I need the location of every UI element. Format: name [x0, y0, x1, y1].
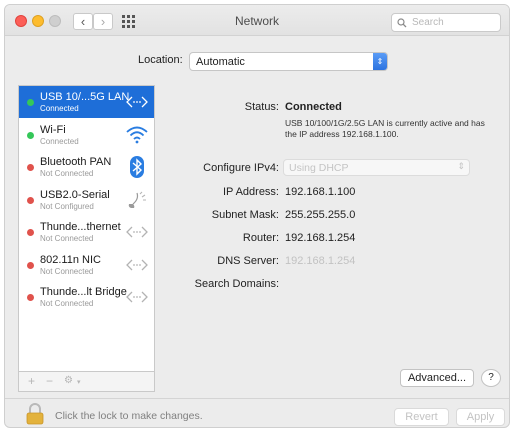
- location-label: Location:: [138, 54, 183, 66]
- search-placeholder: Search: [412, 17, 444, 28]
- status-dot-icon: [27, 131, 34, 139]
- network-preferences-window: ‹ › Network Search Location: Automatic ⇕…: [4, 4, 510, 428]
- dns-server-value: 192.168.1.254: [285, 255, 356, 267]
- search-domains-label: Search Domains:: [194, 278, 279, 290]
- ethernet-icon: [125, 286, 149, 308]
- service-item[interactable]: Wi-Fi Connected: [19, 119, 154, 151]
- service-name: 802.11n NIC: [40, 253, 101, 266]
- lock-icon[interactable]: [25, 403, 45, 425]
- location-value: Automatic: [196, 56, 245, 68]
- status-dot-icon: [27, 294, 34, 301]
- service-item[interactable]: Thunde...thernet Not Connected: [19, 216, 154, 248]
- bluetooth-icon: [125, 156, 149, 178]
- dns-server-label: DNS Server:: [217, 255, 279, 267]
- status-dot-icon: [27, 196, 34, 204]
- updown-chevron-icon: ⇕: [373, 53, 387, 70]
- search-icon: [397, 18, 407, 28]
- help-button[interactable]: ?: [481, 369, 501, 387]
- service-status: Connected: [40, 104, 79, 113]
- remove-service-button[interactable]: −: [46, 374, 53, 388]
- advanced-button[interactable]: Advanced...: [400, 369, 474, 387]
- status-value: Connected: [285, 101, 342, 113]
- service-status: Connected: [40, 136, 79, 146]
- service-status: Not Connected: [40, 169, 94, 178]
- status-dot-icon: [27, 229, 34, 236]
- search-field[interactable]: Search: [391, 13, 501, 32]
- apply-button[interactable]: Apply: [456, 408, 505, 426]
- add-service-button[interactable]: +: [28, 374, 35, 388]
- updown-chevron-icon: ⇕: [457, 161, 465, 171]
- status-label: Status:: [244, 101, 279, 113]
- gear-icon[interactable]: ⚙: [64, 375, 73, 386]
- service-name: Thunde...thernet: [40, 221, 121, 233]
- service-item[interactable]: USB 10/...5G LAN Connected: [19, 86, 154, 118]
- ethernet-icon: [125, 221, 149, 243]
- ethernet-icon: [125, 254, 149, 276]
- router-label: Router:: [242, 232, 279, 244]
- service-item[interactable]: Thunde...lt Bridge Not Connected: [19, 281, 154, 313]
- service-list: USB 10/...5G LAN Connected Wi-Fi Connected B…: [18, 85, 155, 372]
- service-item[interactable]: Bluetooth PAN Not Connected: [19, 151, 154, 183]
- service-item[interactable]: USB2.0-Serial Not Configured: [19, 184, 154, 216]
- status-dot-icon: [27, 164, 34, 171]
- configure-ipv4-label: Configure IPv4:: [203, 162, 279, 174]
- service-name: Wi-Fi: [40, 123, 66, 136]
- service-item[interactable]: 802.11n NIC Not Connected: [19, 249, 154, 281]
- ip-address-label: IP Address:: [222, 186, 279, 198]
- service-name: USB2.0-Serial: [40, 188, 110, 201]
- ethernet-icon: [125, 91, 149, 113]
- status-dot-icon: [27, 99, 34, 106]
- service-status: Not Configured: [40, 201, 94, 211]
- revert-button[interactable]: Revert: [394, 408, 449, 426]
- wifi-icon: [125, 124, 149, 146]
- service-name: USB 10/...5G LAN: [40, 91, 130, 103]
- service-name: Bluetooth PAN: [40, 156, 112, 168]
- title-bar: ‹ › Network Search: [5, 5, 509, 36]
- status-description: USB 10/100/1G/2.5G LAN is currently acti…: [285, 118, 485, 139]
- service-status: Not Connected: [40, 234, 94, 243]
- service-name: Thunde...lt Bridge: [40, 286, 127, 298]
- service-status: Not Connected: [40, 266, 94, 276]
- lock-message: Click the lock to make changes.: [55, 410, 203, 422]
- configure-ipv4-select: Using DHCP ⇕: [283, 159, 470, 176]
- subnet-mask-value: 255.255.255.0: [285, 209, 356, 221]
- service-status: Not Connected: [40, 299, 94, 308]
- configure-ipv4-value: Using DHCP: [289, 162, 349, 174]
- service-list-toolbar: + − ⚙ ▾: [18, 372, 155, 392]
- status-dot-icon: [27, 261, 34, 269]
- service-detail-pane: Status: Connected USB 10/100/1G/2.5G LAN…: [155, 85, 499, 392]
- location-select[interactable]: Automatic ⇕: [189, 52, 388, 71]
- subnet-mask-label: Subnet Mask:: [211, 209, 279, 221]
- footer-divider: [5, 398, 509, 399]
- phone-modem-icon: [125, 189, 149, 211]
- router-value: 192.168.1.254: [285, 232, 356, 244]
- chevron-down-icon: ▾: [77, 379, 81, 386]
- ip-address-value: 192.168.1.100: [285, 186, 356, 198]
